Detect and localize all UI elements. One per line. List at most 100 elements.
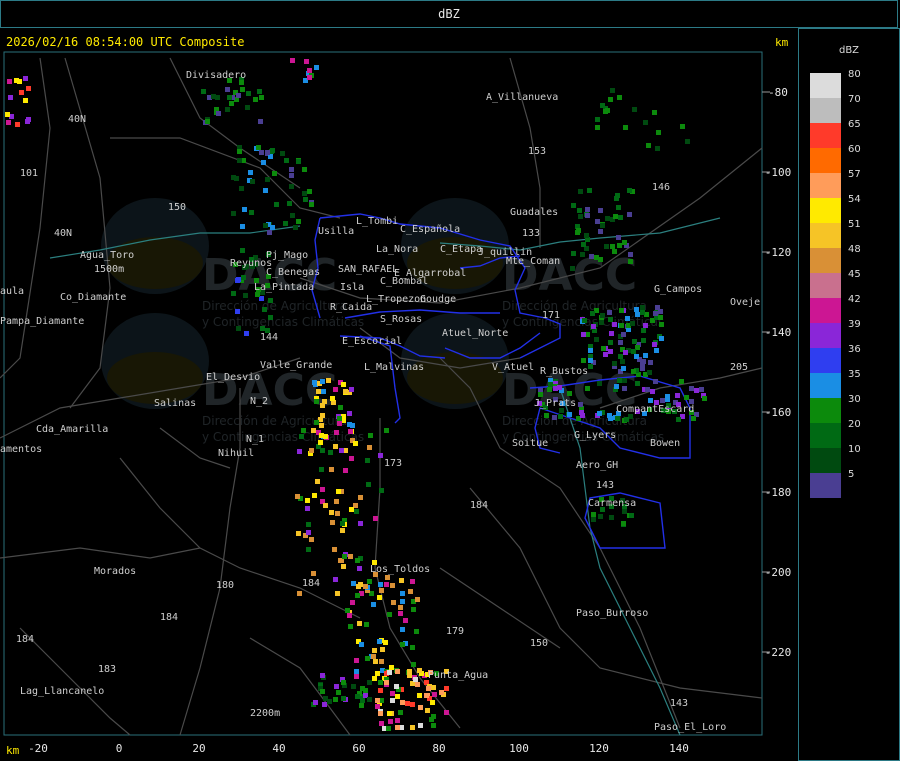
echo-cell: [418, 723, 423, 728]
legend-value: 57: [848, 169, 861, 180]
echo-cell: [680, 124, 685, 129]
echo-cell: [408, 589, 413, 594]
echo-cell: [650, 389, 655, 394]
echo-cell: [333, 577, 338, 582]
echo-cell: [684, 395, 689, 400]
place-label: E_Escorial: [342, 336, 402, 347]
echo-cell: [240, 248, 245, 253]
echo-cell: [578, 402, 583, 407]
echo-cell: [612, 249, 617, 254]
place-label: Pampa_Diamante: [0, 316, 84, 327]
echo-cell: [6, 120, 11, 125]
echo-cell: [367, 697, 372, 702]
echo-cell: [598, 229, 603, 234]
legend-row: 45: [810, 269, 861, 298]
echo-cell: [225, 87, 230, 92]
place-label: 179: [446, 626, 464, 637]
echo-cell: [605, 216, 610, 221]
echo-cell: [603, 352, 608, 357]
place-label: 184: [470, 500, 488, 511]
echo-cell: [307, 189, 312, 194]
echo-cell: [604, 244, 609, 249]
watermark-line2: y Contingencias Climáticas: [202, 315, 364, 329]
echo-cell: [623, 125, 628, 130]
legend-colorbar: 80 70 65 60 57 54 51 48 45 42 39 36 35 30 20 10 5: [810, 69, 861, 498]
echo-cell: [379, 721, 384, 726]
echo-cell: [23, 76, 28, 81]
echo-cell: [576, 228, 581, 233]
legend-value: 39: [848, 319, 861, 330]
echo-cell: [622, 378, 627, 383]
echo-cell: [320, 413, 325, 418]
echo-cell: [608, 416, 613, 421]
echo-cell: [343, 468, 348, 473]
echo-cell: [615, 193, 620, 198]
echo-cell: [240, 87, 245, 92]
legend-swatch: [810, 98, 841, 123]
place-label: Lag_Llancanelo: [20, 686, 104, 697]
echo-cell: [617, 243, 622, 248]
echo-cell: [578, 189, 583, 194]
radar-map[interactable]: DACCDirección de Agriculturay Contingenc…: [0, 28, 798, 761]
echo-cell: [607, 310, 612, 315]
legend-swatch: [810, 123, 841, 148]
echo-cell: [377, 595, 382, 600]
legend-value: 10: [848, 444, 861, 455]
echo-cell: [643, 323, 648, 328]
echo-cell: [348, 554, 353, 559]
echo-cell: [355, 558, 360, 563]
echo-cell: [302, 167, 307, 172]
legend-row: 70: [810, 94, 861, 123]
echo-cell: [628, 259, 633, 264]
echo-cell: [373, 659, 378, 664]
echo-cell: [631, 369, 636, 374]
echo-cell: [267, 230, 272, 235]
place-label: 153: [528, 146, 546, 157]
echo-cell: [567, 391, 572, 396]
place-label: C_Benegas: [266, 267, 320, 278]
echo-cell: [641, 338, 646, 343]
echo-cell: [368, 433, 373, 438]
echo-cell: [297, 591, 302, 596]
echo-cell: [612, 322, 617, 327]
legend-row: 60: [810, 144, 861, 173]
echo-cell: [588, 364, 593, 369]
y-tick-label: -220: [765, 646, 792, 659]
echo-cell: [444, 686, 449, 691]
echo-cell: [296, 159, 301, 164]
echo-cell: [622, 240, 627, 245]
echo-cell: [659, 336, 664, 341]
echo-cell: [322, 399, 327, 404]
legend-value: 20: [848, 419, 861, 430]
echo-cell: [608, 317, 613, 322]
km-unit-bottom: km: [6, 744, 20, 757]
place-label: 2200m: [250, 708, 280, 719]
echo-cell: [343, 389, 348, 394]
echo-cell: [384, 680, 389, 685]
legend-value: 80: [848, 69, 861, 80]
echo-cell: [608, 97, 613, 102]
echo-cell: [375, 704, 380, 709]
y-tick-label: -200: [765, 566, 792, 579]
echo-cell: [619, 323, 624, 328]
echo-cell: [359, 642, 364, 647]
x-tick-label: 140: [669, 742, 689, 755]
echo-cell: [248, 170, 253, 175]
echo-cell: [296, 219, 301, 224]
echo-cell: [309, 537, 314, 542]
place-label: 144: [260, 332, 278, 343]
echo-cell: [431, 714, 436, 719]
place-label: 184: [160, 612, 178, 623]
echo-cell: [415, 682, 420, 687]
echo-cell: [623, 350, 628, 355]
echo-cell: [272, 171, 277, 176]
echo-cell: [350, 423, 355, 428]
echo-cell: [600, 103, 605, 108]
echo-cell: [335, 511, 340, 516]
echo-cell: [621, 332, 626, 337]
echo-cell: [367, 579, 372, 584]
echo-cell: [379, 588, 384, 593]
title-bar: dBZ: [0, 0, 898, 28]
echo-cell: [354, 658, 359, 663]
echo-cell: [390, 698, 395, 703]
